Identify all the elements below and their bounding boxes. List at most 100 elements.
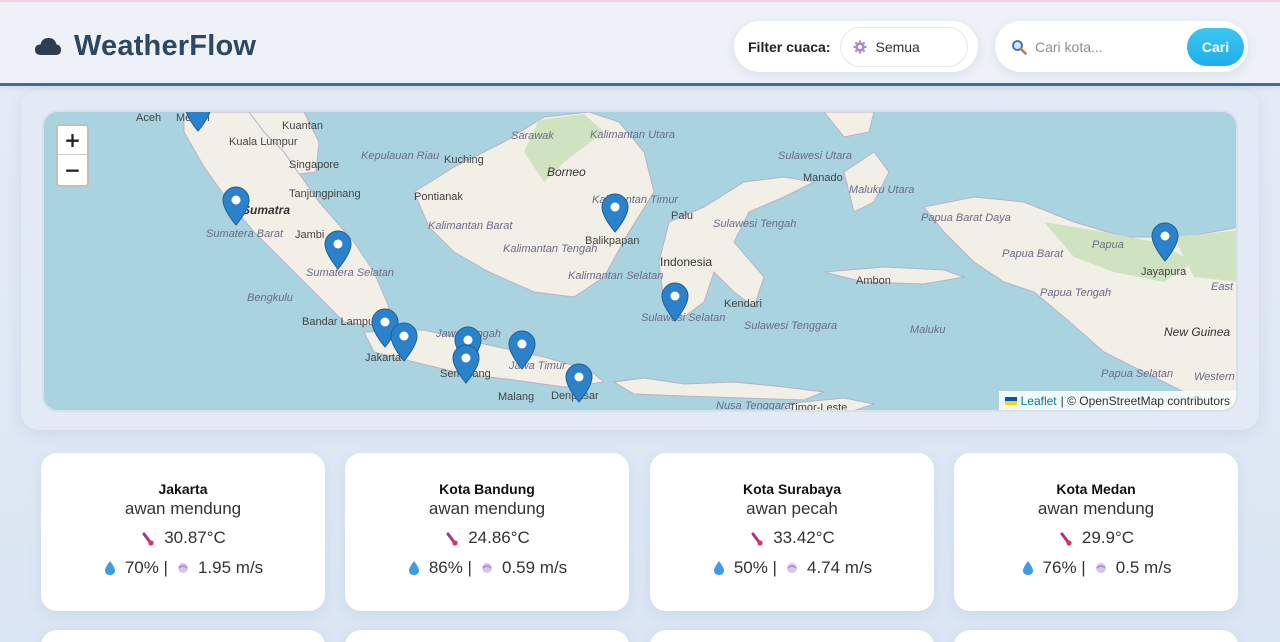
map-label: Kendari [724, 298, 762, 310]
weather-card[interactable]: Kota Surabaya awan pecah 33.42°C 50% | 4… [650, 453, 934, 611]
card-city: Jakarta [158, 481, 208, 497]
map-label: Kalimantan Barat [428, 220, 513, 232]
thermometer-icon [446, 532, 458, 546]
map-label: Ambon [856, 275, 891, 287]
map-marker[interactable] [661, 282, 689, 322]
thermometer-icon [142, 532, 154, 546]
map-marker[interactable] [390, 322, 418, 362]
card-temperature: 33.42°C [650, 528, 934, 548]
card-temperature: 30.87°C [41, 528, 325, 548]
map-marker[interactable] [452, 344, 480, 384]
map-label: Pontianak [414, 191, 463, 203]
wind-value: 1.95 m/s [197, 558, 264, 577]
wind-value: 0.59 m/s [501, 558, 568, 577]
weather-card[interactable]: Kota Medan awan mendung 29.9°C 76% | 0.5… [954, 453, 1238, 611]
map-pin-icon [565, 363, 593, 403]
map-label: Kuantan [282, 120, 323, 132]
search-input[interactable] [1035, 38, 1175, 55]
card-humidity-wind: 76% | 0.5 m/s [954, 558, 1238, 578]
map-pin-icon [661, 282, 689, 322]
map-pin-icon [324, 230, 352, 270]
weather-card-partial[interactable] [650, 630, 934, 642]
map-marker[interactable] [184, 112, 212, 132]
map-label: Borneo [547, 165, 586, 179]
temperature-value: 29.9°C [1081, 528, 1135, 547]
map-label: Sulawesi Tenggara [744, 320, 838, 332]
temperature-value: 33.42°C [773, 528, 835, 547]
card-city: Kota Surabaya [742, 481, 842, 497]
filter-selected-value: Semua [875, 38, 920, 55]
map-marker[interactable] [324, 230, 352, 270]
weather-card-partial[interactable] [954, 630, 1238, 642]
card-temperature: 29.9°C [954, 528, 1238, 548]
droplet-icon [713, 561, 724, 575]
map-marker[interactable] [1151, 222, 1179, 262]
map-label: Sarawak [511, 130, 554, 142]
map-label: Papua [1092, 239, 1124, 251]
map-label: Kuala Lumpur [229, 136, 298, 148]
zoom-control: + − [56, 124, 89, 187]
map-pin-icon [452, 344, 480, 384]
card-humidity-wind: 70% | 1.95 m/s [41, 558, 325, 578]
thermometer-icon [1060, 532, 1072, 546]
weather-map[interactable]: Aceh Medan Kuantan Kuala Lumpur Singapor… [42, 110, 1238, 412]
zoom-in-button[interactable]: + [58, 126, 87, 155]
map-label: Jayapura [1141, 266, 1187, 278]
search-icon [1012, 39, 1027, 55]
weather-card-partial[interactable] [345, 630, 629, 642]
map-attribution: Leaflet | © OpenStreetMap contributors [998, 391, 1236, 410]
weather-card[interactable]: Kota Bandung awan mendung 24.86°C 86% | … [345, 453, 629, 611]
search-button[interactable]: Cari [1187, 28, 1244, 66]
map-pin-icon [601, 193, 629, 233]
map-label: Malang [498, 391, 535, 403]
map-label: East S [1211, 281, 1236, 293]
map-pin-icon [1151, 222, 1179, 262]
map-label: Kalimantan Tengah [503, 243, 598, 255]
map-marker[interactable] [565, 363, 593, 403]
thermometer-icon [751, 532, 763, 546]
map-label: Tanjungpinang [289, 188, 361, 200]
card-city: Kota Bandung [439, 481, 535, 497]
map-label: Singapore [289, 159, 340, 171]
card-description: awan mendung [428, 499, 546, 518]
map-marker[interactable] [508, 330, 536, 370]
map-label: Maluku [910, 324, 946, 336]
map-marker[interactable] [601, 193, 629, 233]
card-temperature: 24.86°C [345, 528, 629, 548]
map-label: Sulawesi Utara [778, 150, 852, 162]
app-title: WeatherFlow [74, 30, 257, 62]
card-description: awan mendung [124, 499, 242, 518]
map-label: Papua Barat Daya [921, 212, 1011, 224]
wind-icon [481, 563, 492, 573]
droplet-icon [104, 561, 115, 575]
weather-card-partial[interactable] [41, 630, 325, 642]
wind-icon [177, 563, 188, 573]
map-label: Manado [803, 172, 843, 184]
weather-card[interactable]: Jakarta awan mendung 30.87°C 70% | 1.95 … [41, 453, 325, 611]
temperature-value: 24.86°C [468, 528, 530, 547]
weather-filter-select[interactable]: Semua [840, 26, 969, 67]
search-bar: Cari [995, 21, 1248, 72]
map-tiles [44, 112, 1236, 410]
map-label: Aceh [136, 112, 162, 124]
zoom-out-button[interactable]: − [58, 155, 87, 184]
map-label: Kepulauan Riau [361, 150, 440, 162]
wind-icon [786, 563, 797, 573]
wind-value: 0.5 m/s [1115, 558, 1172, 577]
leaflet-link[interactable]: Leaflet [1021, 394, 1057, 408]
attribution-text: | © OpenStreetMap contributors [1060, 393, 1230, 408]
map-label: Papua Barat [1002, 248, 1064, 260]
filter-label: Filter cuaca: [748, 38, 831, 55]
map-label: Bengkulu [247, 292, 293, 304]
wind-icon [1095, 563, 1106, 573]
map-label: Kalimantan Utara [590, 129, 675, 141]
map-label: Indonesia [660, 255, 713, 269]
card-description: awan pecah [746, 499, 838, 518]
brand[interactable]: WeatherFlow [34, 30, 256, 63]
droplet-icon [408, 561, 419, 575]
map-label: Nusa Tenggara [716, 400, 791, 412]
map-marker[interactable] [222, 186, 250, 226]
map-label: Jambi [295, 229, 325, 241]
card-description: awan mendung [1037, 499, 1155, 518]
map-label: Timor-Leste [789, 402, 848, 412]
